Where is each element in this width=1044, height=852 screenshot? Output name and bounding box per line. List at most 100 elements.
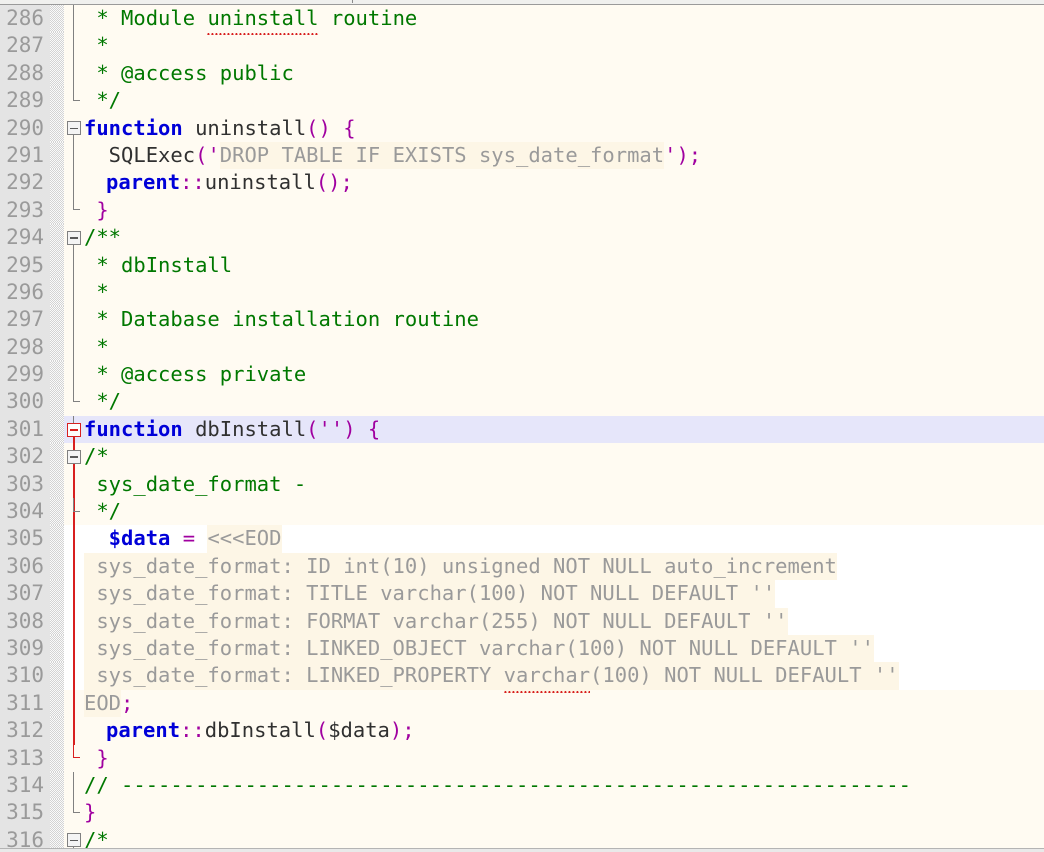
fold-column[interactable] xyxy=(64,827,84,848)
fold-column[interactable] xyxy=(64,662,84,690)
fold-collapse-icon[interactable] xyxy=(67,230,81,245)
fold-column[interactable] xyxy=(64,306,84,334)
code-line[interactable]: 306 sys_date_format: ID int(10) unsigned… xyxy=(0,552,1044,584)
code-line[interactable]: 290 function uninstall() { xyxy=(0,114,1044,142)
heredoc-body: (100) NOT NULL DEFAULT '' xyxy=(466,580,776,608)
fold-column[interactable] xyxy=(64,689,84,718)
sql-string-literal: DROP TABLE IF EXISTS sys_date_format xyxy=(219,141,665,170)
fold-column[interactable] xyxy=(64,115,84,142)
code-line-text: * xyxy=(84,334,1044,361)
fold-column[interactable] xyxy=(64,580,84,608)
code-line-text: * @access public xyxy=(84,60,1044,87)
fold-collapse-icon[interactable] xyxy=(67,121,81,136)
fold-column[interactable] xyxy=(64,5,84,33)
heredoc-body: (100) NOT NULL DEFAULT '' xyxy=(590,662,899,690)
heredoc-body: sys_date_format: TITLE xyxy=(84,580,381,608)
code-line[interactable]: 288 * @access public xyxy=(0,59,1044,88)
fold-end-marker xyxy=(73,87,80,101)
code-line[interactable]: 295 * dbInstall xyxy=(0,251,1044,279)
fold-column[interactable] xyxy=(64,59,84,88)
fold-guide-line xyxy=(73,141,74,170)
fold-guide-line-active xyxy=(73,689,75,718)
code-line-text: sys_date_format: ID int(10) unsigned NOT… xyxy=(84,552,1044,584)
fold-column[interactable] xyxy=(64,196,84,224)
fold-column[interactable] xyxy=(64,141,84,170)
code-line[interactable]: 303 sys_date_format - xyxy=(0,470,1044,499)
code-line-current[interactable]: 301 function dbInstall('') { xyxy=(0,415,1044,444)
code-line[interactable]: 308 sys_date_format: FORMAT varchar(255)… xyxy=(0,607,1044,638)
fold-column[interactable] xyxy=(64,443,84,471)
code-line[interactable]: 287 * xyxy=(0,32,1044,60)
fold-column[interactable] xyxy=(64,361,84,389)
code-line[interactable]: 313 } xyxy=(0,744,1044,772)
gutter-separator xyxy=(50,278,64,307)
code-line[interactable]: 299 * @access private xyxy=(0,361,1044,389)
code-line[interactable]: 311 EOD; xyxy=(0,689,1044,718)
code-text-area[interactable]: 286 * Module uninstall routine 287 * 288… xyxy=(0,5,1044,848)
code-line[interactable]: 307 sys_date_format: TITLE varchar(100) … xyxy=(0,580,1044,611)
code-line[interactable]: 293 } xyxy=(0,196,1044,225)
code-line[interactable]: 291 SQLExec('DROP TABLE IF EXISTS sys_da… xyxy=(0,141,1044,170)
gutter-separator xyxy=(50,415,64,444)
fold-guide-line xyxy=(73,278,74,307)
line-number: 312 xyxy=(0,717,50,745)
line-number: 307 xyxy=(0,580,50,608)
code-line[interactable]: 294 /** xyxy=(0,224,1044,252)
code-line-text: /* xyxy=(84,443,1044,470)
fold-column[interactable] xyxy=(64,771,84,800)
fold-column[interactable] xyxy=(64,799,84,826)
fold-collapse-icon[interactable] xyxy=(67,833,81,848)
code-line[interactable]: 300 */ xyxy=(0,388,1044,416)
fold-column[interactable] xyxy=(64,498,84,526)
punctuation: } xyxy=(84,745,109,770)
fold-column[interactable] xyxy=(64,87,84,114)
fold-column[interactable] xyxy=(64,607,84,635)
code-line[interactable]: 305 $data = <<<EOD xyxy=(0,525,1044,553)
fold-column[interactable] xyxy=(64,470,84,499)
fold-collapse-icon-active[interactable] xyxy=(67,422,81,437)
empty-string-literal: '' xyxy=(318,416,344,441)
code-line-text: parent::uninstall(); xyxy=(84,169,1044,196)
fold-column[interactable] xyxy=(64,169,84,197)
fold-column[interactable] xyxy=(64,415,84,444)
code-line[interactable]: 304 */ xyxy=(0,498,1044,526)
code-line[interactable]: 292 parent::uninstall(); xyxy=(0,169,1044,197)
fold-column[interactable] xyxy=(64,744,84,772)
code-line[interactable]: 286 * Module uninstall routine xyxy=(0,5,1044,36)
code-line-text: // -------------------------------------… xyxy=(84,772,1044,799)
fold-column[interactable] xyxy=(64,333,84,362)
code-line[interactable]: 297 * Database installation routine xyxy=(0,306,1044,334)
comment-token: * xyxy=(84,33,109,58)
code-line[interactable]: 314 // ---------------------------------… xyxy=(0,771,1044,800)
code-line[interactable]: 309 sys_date_format: LINKED_OBJECT varch… xyxy=(0,634,1044,666)
fold-column[interactable] xyxy=(64,224,84,252)
fold-column[interactable] xyxy=(64,525,84,553)
code-line[interactable]: 296 * xyxy=(0,278,1044,307)
code-line[interactable]: 302 /* xyxy=(0,443,1044,471)
fold-end-marker-active xyxy=(73,744,80,759)
fold-column[interactable] xyxy=(64,251,84,279)
code-line[interactable]: 310 sys_date_format: LINKED_PROPERTY var… xyxy=(0,662,1044,693)
fold-collapse-icon[interactable] xyxy=(67,449,81,464)
line-number: 310 xyxy=(0,662,50,690)
code-line[interactable]: 289 */ xyxy=(0,87,1044,115)
fold-guide-line xyxy=(73,306,74,334)
code-line-text: */ xyxy=(84,87,1044,114)
fold-column[interactable] xyxy=(64,552,84,581)
code-line[interactable]: 312 parent::dbInstall($data); xyxy=(0,717,1044,745)
line-number: 305 xyxy=(0,525,50,553)
fold-column[interactable] xyxy=(64,278,84,307)
code-line[interactable]: 298 * xyxy=(0,333,1044,362)
line-number: 309 xyxy=(0,634,50,663)
fold-guide-line xyxy=(73,59,74,88)
code-line[interactable]: 316 /* xyxy=(0,826,1044,848)
string-quote: ' xyxy=(664,142,677,167)
fold-column[interactable] xyxy=(64,388,84,415)
code-line[interactable]: 315 } xyxy=(0,799,1044,827)
fold-column[interactable] xyxy=(64,634,84,663)
line-number: 291 xyxy=(0,141,50,170)
fold-column[interactable] xyxy=(64,32,84,60)
fold-column[interactable] xyxy=(64,717,84,745)
gutter-separator xyxy=(50,552,64,581)
gutter-separator xyxy=(50,580,64,608)
